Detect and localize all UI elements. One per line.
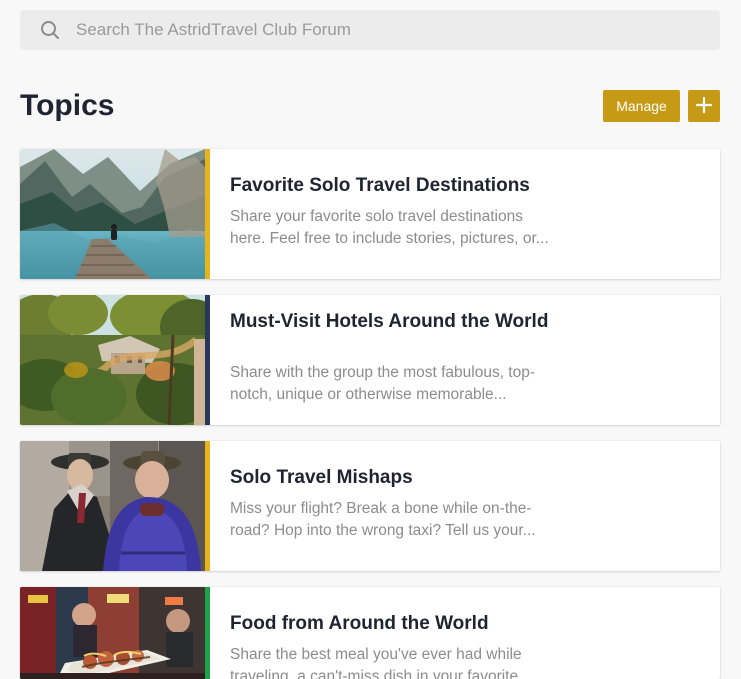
topic-description: Share the best meal you've ever had whil… (230, 646, 532, 679)
topic-title[interactable]: Solo Travel Mishaps (230, 468, 560, 488)
topic-accent-bar (205, 149, 210, 279)
street-food-image[interactable] (20, 587, 205, 679)
mountain-lake-dock-image[interactable] (20, 149, 205, 279)
topic-description: Miss your flight? Break a bone while on-… (230, 500, 536, 539)
topic-accent-bar (205, 295, 210, 425)
topic-content: Must-Visit Hotels Around the World Share… (230, 295, 560, 425)
topic-accent-bar (205, 441, 210, 571)
two-men-coats-image[interactable] (20, 441, 205, 571)
forum-page: Topics Manage (0, 0, 741, 679)
topic-card-must-visit-hotels[interactable]: Must-Visit Hotels Around the World Share… (20, 295, 720, 425)
topic-list: Favorite Solo Travel Destinations Share … (20, 149, 720, 679)
topic-card-favorite-solo-travel-destinations[interactable]: Favorite Solo Travel Destinations Share … (20, 149, 720, 279)
topic-title[interactable]: Food from Around the World (230, 614, 560, 634)
add-topic-button[interactable] (688, 90, 720, 122)
topic-title[interactable]: Favorite Solo Travel Destinations (230, 176, 560, 196)
topic-content: Favorite Solo Travel Destinations Share … (230, 149, 560, 279)
topic-title[interactable]: Must-Visit Hotels Around the World (230, 312, 560, 332)
manage-button[interactable]: Manage (603, 90, 680, 122)
search-input[interactable] (76, 10, 696, 50)
plus-icon (694, 95, 714, 118)
search-bar[interactable] (20, 10, 720, 50)
topic-card-food-around-world[interactable]: Food from Around the World Share the bes… (20, 587, 720, 679)
topic-description: Share with the group the most fabulous, … (230, 364, 536, 403)
topic-description: Share your favorite solo travel destinat… (230, 208, 549, 247)
search-icon (40, 20, 60, 40)
page-title: Topics (20, 89, 115, 122)
topics-header: Topics Manage (20, 84, 720, 128)
topic-content: Solo Travel Mishaps Miss your flight? Br… (230, 441, 560, 571)
garden-hotel-image[interactable] (20, 295, 205, 425)
topic-card-solo-travel-mishaps[interactable]: Solo Travel Mishaps Miss your flight? Br… (20, 441, 720, 571)
topic-content: Food from Around the World Share the bes… (230, 587, 560, 679)
topic-accent-bar (205, 587, 210, 679)
